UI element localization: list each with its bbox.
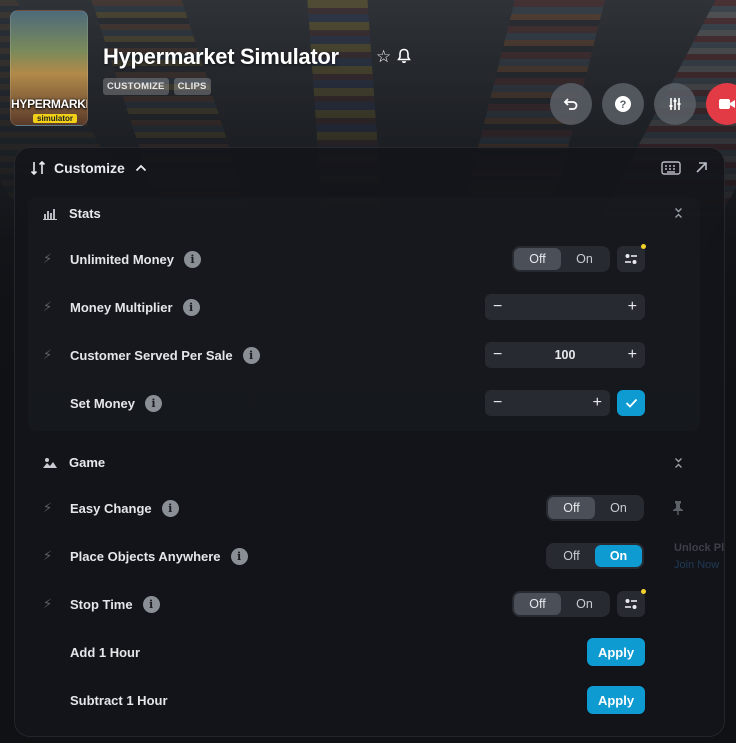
help-icon: ? <box>615 96 631 112</box>
toggle-on[interactable]: On <box>561 593 608 615</box>
row-subtract-hour: ⚡︎ Subtract 1 Hour <box>43 685 647 715</box>
bolt-icon: ⚡︎ <box>43 347 53 362</box>
customize-title: Customize <box>54 160 125 176</box>
settings-sliders-button[interactable] <box>654 83 696 125</box>
stop-time-label: Stop Time <box>70 596 133 612</box>
easy-change-toggle[interactable]: Off On <box>546 495 644 521</box>
toggle-on[interactable]: On <box>595 545 642 567</box>
subtract-hour-label: Subtract 1 Hour <box>70 692 168 708</box>
toggle-off[interactable]: Off <box>548 545 595 567</box>
info-icon[interactable]: i <box>142 595 160 613</box>
popout-icon[interactable] <box>695 161 708 178</box>
tag-clips[interactable]: CLIPS <box>173 78 211 95</box>
set-money-input[interactable]: − + <box>485 390 610 416</box>
info-icon[interactable]: i <box>184 250 202 268</box>
toggle-on[interactable]: On <box>595 497 642 519</box>
add-hour-apply-button[interactable]: Apply <box>587 638 645 666</box>
toggle-off[interactable]: Off <box>548 497 595 519</box>
bell-icon[interactable] <box>397 48 412 68</box>
add-hour-label: Add 1 Hour <box>70 644 141 660</box>
undo-icon <box>563 98 578 110</box>
game-title: Hypermarket Simulator <box>103 44 339 69</box>
customer-served-label: Customer Served Per Sale <box>70 347 233 363</box>
notification-dot <box>641 589 646 594</box>
check-icon <box>625 398 637 408</box>
stats-section-header[interactable]: Stats <box>43 206 101 221</box>
game-section-header[interactable]: Game <box>43 455 105 470</box>
confirm-button[interactable] <box>617 390 645 416</box>
notification-dot <box>641 244 646 249</box>
place-objects-label: Place Objects Anywhere <box>70 548 221 564</box>
record-icon <box>719 99 735 109</box>
place-objects-toggle[interactable]: Off On <box>546 543 644 569</box>
bolt-icon: ⚡︎ <box>43 548 53 563</box>
set-money-label: Set Money <box>70 395 136 411</box>
toggle-off[interactable]: Off <box>514 248 561 270</box>
info-icon[interactable]: i <box>230 547 248 565</box>
undo-button[interactable] <box>550 83 592 125</box>
pin-icon[interactable] <box>672 500 684 519</box>
minus-button[interactable]: − <box>493 394 502 412</box>
join-now-link[interactable]: Join Now <box>674 559 736 571</box>
easy-change-label: Easy Change <box>70 500 152 516</box>
stop-time-options-button[interactable] <box>617 591 645 617</box>
cover-subtitle: simulator <box>33 114 78 123</box>
info-icon[interactable]: i <box>145 394 163 412</box>
bolt-icon: ⚡︎ <box>43 299 53 314</box>
subtract-hour-apply-button[interactable]: Apply <box>587 686 645 714</box>
stop-time-toggle[interactable]: Off On <box>512 591 610 617</box>
info-icon[interactable]: i <box>242 346 260 364</box>
collapse-icon[interactable] <box>674 457 683 472</box>
svg-text:?: ? <box>620 99 627 111</box>
stepper-value[interactable]: 100 <box>555 348 576 362</box>
game-cover-image: HYPERMARKET simulator <box>10 10 88 126</box>
minus-button[interactable]: − <box>493 298 502 316</box>
collapse-icon[interactable] <box>674 207 683 222</box>
bolt-icon: ⚡︎ <box>43 251 53 266</box>
stats-title: Stats <box>69 206 101 221</box>
landscape-icon <box>43 457 57 468</box>
help-button[interactable]: ? <box>602 83 644 125</box>
unlimited-money-toggle[interactable]: Off On <box>512 246 610 272</box>
sliders-icon <box>669 98 681 110</box>
bar-chart-icon <box>43 208 57 220</box>
bolt-icon: ⚡︎ <box>43 596 53 611</box>
plus-button[interactable]: + <box>628 346 637 364</box>
plus-button[interactable]: + <box>593 394 602 412</box>
star-icon[interactable]: ☆ <box>376 48 391 68</box>
unlimited-money-options-button[interactable] <box>617 246 645 272</box>
toggle-off[interactable]: Off <box>514 593 561 615</box>
game-title-label: Game <box>69 455 106 470</box>
plus-button[interactable]: + <box>628 298 637 316</box>
row-add-hour: ⚡︎ Add 1 Hour <box>43 637 647 667</box>
tag-customize[interactable]: CUSTOMIZE <box>103 78 169 95</box>
record-button[interactable] <box>706 83 736 125</box>
money-multiplier-label: Money Multiplier <box>70 299 173 315</box>
keyboard-icon[interactable] <box>661 161 681 178</box>
info-icon[interactable]: i <box>161 499 179 517</box>
customize-header[interactable]: Customize <box>30 160 147 176</box>
bolt-icon: ⚡︎ <box>43 500 53 515</box>
unlock-promo-text: Unlock Pl <box>674 542 725 554</box>
cover-title: HYPERMARKET <box>11 97 87 111</box>
options-icon <box>625 599 637 609</box>
customer-served-stepper[interactable]: − 100 + <box>485 342 645 368</box>
unlimited-money-label: Unlimited Money <box>70 251 175 267</box>
money-multiplier-stepper[interactable]: − + <box>485 294 645 320</box>
options-icon <box>625 254 637 264</box>
minus-button[interactable]: − <box>493 346 502 364</box>
toggle-on[interactable]: On <box>561 248 608 270</box>
sort-icon <box>30 160 46 176</box>
chevron-up-icon[interactable] <box>135 161 147 175</box>
info-icon[interactable]: i <box>182 298 200 316</box>
